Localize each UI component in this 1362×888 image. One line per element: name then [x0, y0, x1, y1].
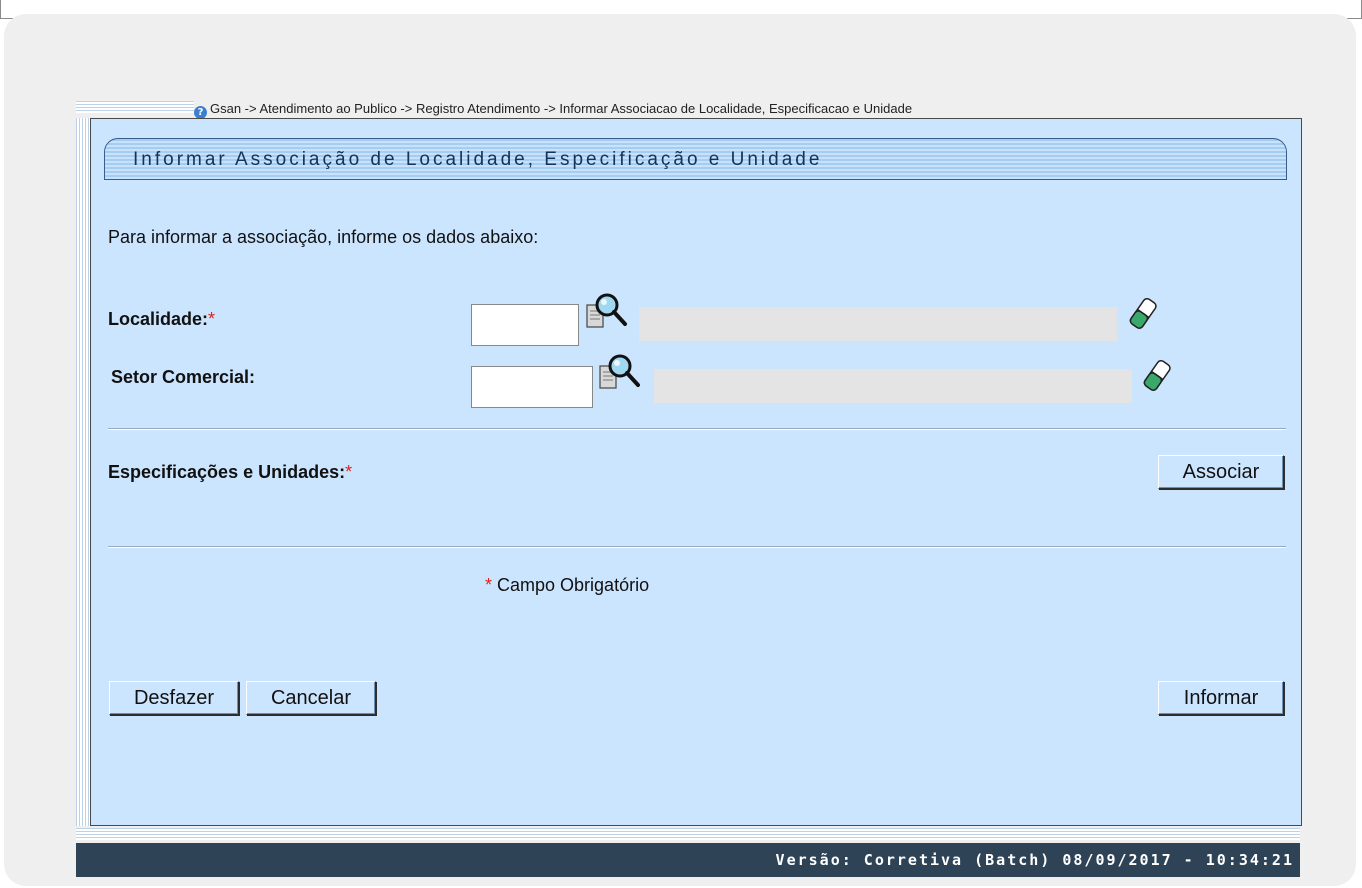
header-stripe-left — [76, 101, 194, 113]
required-field-note-text: Campo Obrigatório — [492, 575, 650, 595]
version-footer: Versão: Corretiva (Batch) 08/09/2017 - 1… — [76, 843, 1300, 877]
required-mark: * — [208, 309, 216, 329]
main-panel: Informar Associação de Localidade, Espec… — [90, 118, 1302, 826]
magnifier-search-icon[interactable] — [585, 291, 633, 340]
left-decor-stripe — [76, 118, 90, 826]
informar-button[interactable]: Informar — [1158, 681, 1284, 715]
title-bar: Informar Associação de Localidade, Espec… — [104, 138, 1287, 180]
setor-comercial-description-field — [654, 369, 1132, 403]
setor-comercial-label: Setor Comercial: — [111, 367, 256, 387]
especificacoes-label: Especificações e Unidades:* — [108, 462, 352, 483]
breadcrumb-text: Gsan -> Atendimento ao Publico -> Regist… — [210, 101, 913, 116]
required-mark: * — [345, 462, 353, 482]
localidade-label-text: Localidade: — [108, 309, 209, 329]
eraser-icon[interactable] — [1127, 295, 1161, 338]
required-mark: * — [485, 575, 493, 595]
bottom-decor-stripe — [76, 828, 1300, 840]
localidade-code-input[interactable] — [471, 304, 579, 346]
page-title: Informar Associação de Localidade, Espec… — [133, 149, 823, 170]
eraser-icon[interactable] — [1141, 357, 1175, 400]
intro-text: Para informar a associação, informe os d… — [108, 227, 539, 247]
setor-comercial-code-input[interactable] — [471, 366, 593, 408]
required-field-note: * Campo Obrigatório — [485, 575, 649, 596]
associar-button[interactable]: Associar — [1158, 455, 1284, 489]
divider — [108, 546, 1286, 548]
magnifier-search-icon[interactable] — [598, 352, 646, 401]
localidade-label: Localidade:* — [108, 309, 215, 330]
especificacoes-label-text: Especificações e Unidades: — [108, 462, 346, 482]
divider — [108, 428, 1286, 430]
cancelar-button[interactable]: Cancelar — [246, 681, 376, 715]
desfazer-button[interactable]: Desfazer — [109, 681, 239, 715]
breadcrumb: ? Gsan -> Atendimento ao Publico -> Regis… — [194, 100, 913, 119]
localidade-description-field — [639, 307, 1117, 341]
